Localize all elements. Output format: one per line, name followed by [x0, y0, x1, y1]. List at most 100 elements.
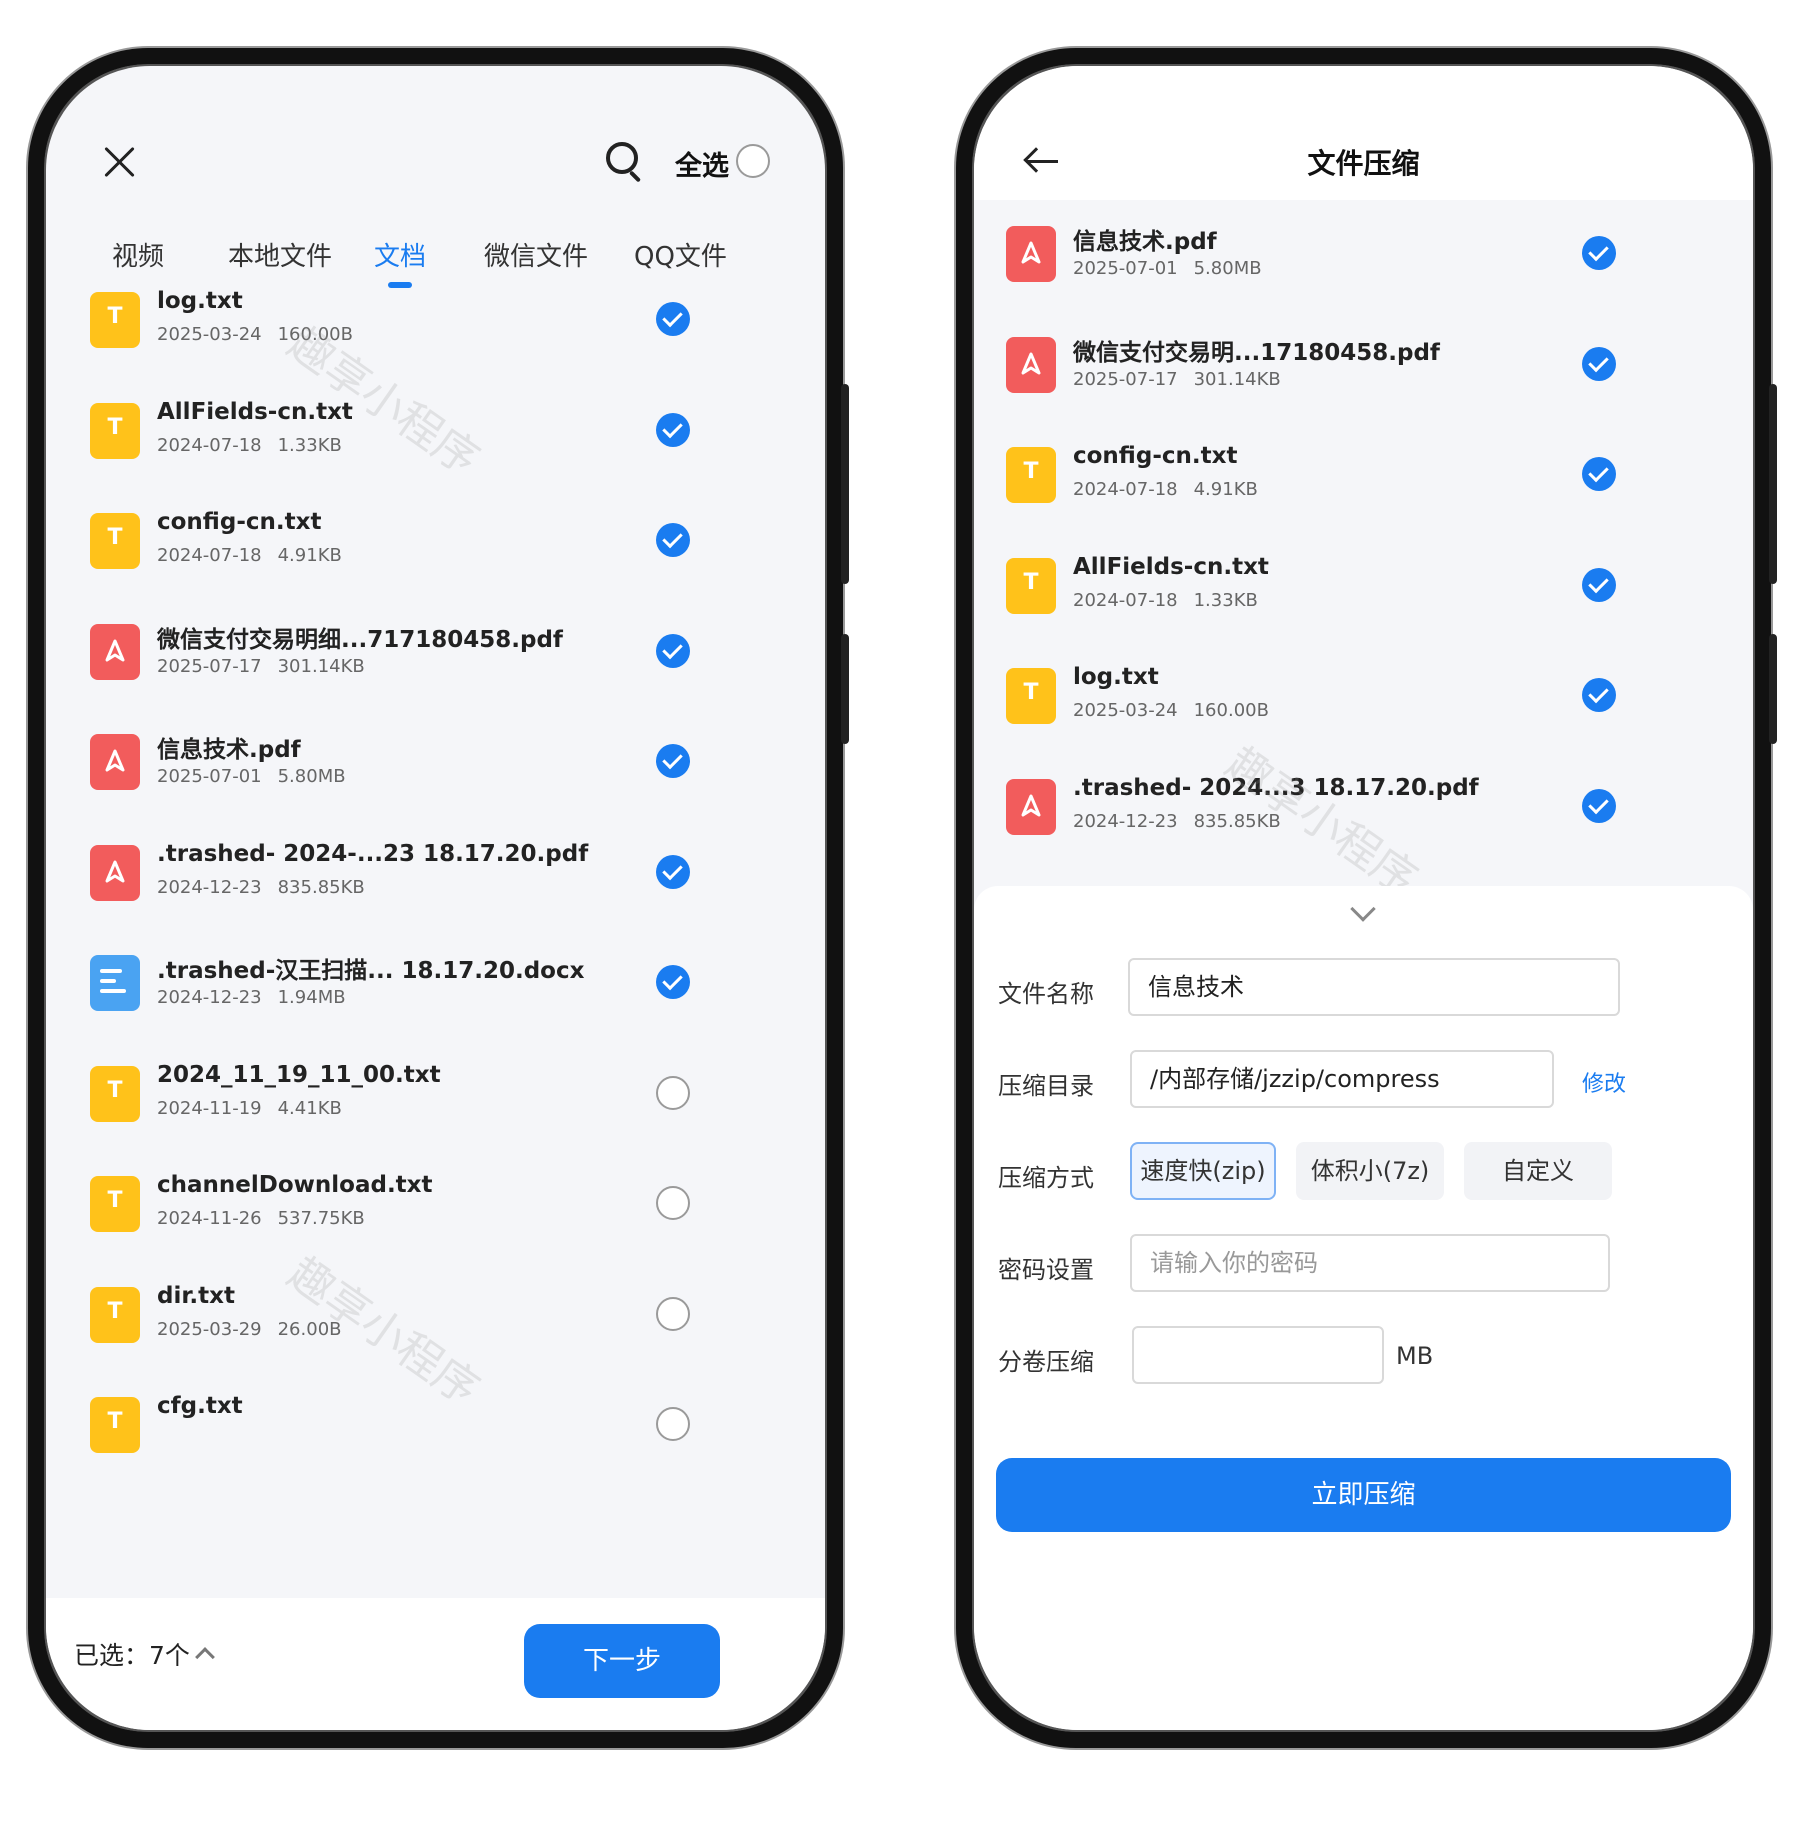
file-name: config-cn.txt	[1073, 443, 1238, 469]
file-meta: 2025-07-01 5.80MB	[1073, 258, 1262, 279]
file-name: 2024_11_19_11_00.txt	[157, 1061, 441, 1088]
file-list-item[interactable]: T 2024_11_19_11_00.txt 2024-11-19 4.41KB	[46, 1054, 825, 1182]
phone-left: 全选 视频 本地文件 文档 微信文件 QQ文件 Tlog.txt 2025-03-…	[28, 48, 849, 1748]
split-size-input[interactable]	[1132, 1326, 1384, 1384]
file-list-item[interactable]: Tcfg.txt	[46, 1385, 825, 1513]
pdf-file-icon	[1006, 778, 1056, 835]
checked-icon[interactable]	[656, 744, 690, 778]
checked-icon[interactable]	[1582, 567, 1616, 602]
file-name: 信息技术.pdf	[157, 737, 301, 763]
txt-file-icon: T	[90, 292, 140, 348]
txt-file-icon: T	[1006, 557, 1056, 614]
chevron-up-icon[interactable]	[195, 1647, 215, 1667]
next-step-button[interactable]: 下一步	[524, 1624, 720, 1698]
file-size: 301.14KB	[277, 655, 365, 677]
checked-icon[interactable]	[1582, 346, 1616, 381]
file-size: 1.33KB	[277, 434, 342, 456]
file-name: dir.txt	[157, 1282, 235, 1309]
pdf-file-icon	[90, 734, 140, 790]
file-size: 4.91KB	[1193, 479, 1258, 500]
file-date: 2024-07-18	[157, 545, 262, 566]
txt-file-icon: T	[90, 513, 140, 569]
txt-file-icon: T	[90, 402, 140, 459]
file-name: .trashed- 2024...3 18.17.20.pdf	[1073, 774, 1479, 801]
unchecked-radio[interactable]	[656, 1407, 690, 1441]
file-date: 2025-03-29	[157, 1318, 262, 1340]
txt-file-icon: T	[1006, 668, 1056, 724]
file-date: 2025-03-24	[1073, 700, 1178, 721]
mode-custom-button[interactable]: 自定义	[1464, 1142, 1612, 1200]
mode-zip-button[interactable]: 速度快(zip)	[1130, 1142, 1276, 1200]
password-input[interactable]: 请输入你的密码	[1130, 1234, 1610, 1292]
unchecked-radio[interactable]	[656, 1186, 690, 1220]
side-button	[1769, 384, 1777, 584]
checked-icon[interactable]	[1582, 678, 1616, 712]
chevron-down-icon[interactable]	[1350, 896, 1376, 922]
file-list-item[interactable]: .trashed- 2024...3 18.17.20.pdf 2024-12-2…	[974, 767, 1753, 895]
password-label: 密码设置	[998, 1256, 1094, 1284]
directory-input[interactable]: /内部存储/jzzip/compress	[1130, 1050, 1554, 1108]
checked-icon[interactable]	[1582, 788, 1616, 823]
file-name: .trashed- 2024-...23 18.17.20.pdf	[157, 840, 589, 867]
file-list-item[interactable]: 信息技术.pdf 2025-07-01 5.80MB	[46, 722, 825, 850]
selected-file-list: 信息技术.pdf 2025-07-01 5.80MB 微信支付交易明...171804…	[974, 200, 1753, 890]
side-button	[1769, 634, 1777, 744]
file-size: 26.00B	[277, 1318, 342, 1340]
file-date: 2025-07-17	[1073, 368, 1178, 390]
modify-link[interactable]: 修改	[1582, 1066, 1626, 1098]
file-size: 160.00B	[1193, 700, 1269, 721]
compress-now-button[interactable]: 立即压缩	[996, 1458, 1731, 1532]
mode-label: 压缩方式	[998, 1164, 1094, 1192]
file-list-item[interactable]: Tdir.txt 2025-03-29 26.00B	[46, 1275, 825, 1403]
txt-file-icon: T	[1006, 447, 1056, 503]
file-meta: 2025-07-17 301.14KB	[157, 656, 365, 677]
file-list-item[interactable]: .trashed-汉王扫描... 18.17.20.docx 2024-12-23…	[46, 943, 825, 1071]
file-name: config-cn.txt	[157, 509, 322, 535]
file-list-item[interactable]: Tlog.txt 2025-03-24 160.00B	[46, 280, 825, 408]
file-list-item[interactable]: 信息技术.pdf 2025-07-01 5.80MB	[974, 214, 1753, 342]
file-list-item[interactable]: T AllFields-cn.txt 2024-07-18 1.33KB	[46, 391, 825, 519]
checked-icon[interactable]	[656, 302, 690, 336]
checked-icon[interactable]	[656, 965, 690, 999]
file-name: AllFields-cn.txt	[157, 398, 353, 425]
filename-input[interactable]: 信息技术	[1128, 958, 1620, 1016]
file-meta: 2025-07-01 5.80MB	[157, 766, 346, 787]
file-name: log.txt	[1073, 664, 1159, 690]
side-button	[841, 634, 849, 744]
checked-icon[interactable]	[656, 633, 690, 668]
file-list-item[interactable]: .trashed- 2024-...23 18.17.20.pdf 2024-12…	[46, 833, 825, 961]
file-meta: 2025-03-29 26.00B	[157, 1319, 342, 1340]
file-name: 信息技术.pdf	[1073, 229, 1217, 255]
file-size: 160.00B	[277, 324, 353, 345]
checked-icon[interactable]	[1582, 457, 1616, 491]
file-list-item[interactable]: TchannelDownload.txt 2024-11-26 537.75KB	[46, 1164, 825, 1292]
checked-icon[interactable]	[1582, 236, 1616, 270]
checked-icon[interactable]	[656, 854, 690, 889]
header: 文件压缩	[974, 66, 1753, 200]
file-meta: 2024-12-23 1.94MB	[157, 987, 346, 1008]
phone-right: 文件压缩 信息技术.pdf 2025-07-01 5.80MB 微信支付交易明...1…	[956, 48, 1777, 1748]
unchecked-radio[interactable]	[656, 1075, 690, 1110]
file-list-item[interactable]: 微信支付交易明细...717180458.pdf 2025-07-17 301.14…	[46, 612, 825, 740]
file-name: AllFields-cn.txt	[1073, 553, 1269, 580]
file-size: 4.41KB	[277, 1097, 342, 1119]
file-list-item[interactable]: 微信支付交易明...17180458.pdf 2025-07-17 301.14KB	[974, 325, 1753, 453]
file-list-item[interactable]: T AllFields-cn.txt 2024-07-18 1.33KB	[974, 546, 1753, 674]
mode-7z-button[interactable]: 体积小(7z)	[1296, 1142, 1444, 1200]
file-list-item[interactable]: Tconfig-cn.txt 2024-07-18 4.91KB	[974, 435, 1753, 563]
selected-count: 已选：7个	[74, 1641, 190, 1670]
txt-file-icon: T	[90, 1065, 140, 1122]
pdf-file-icon	[90, 844, 140, 901]
file-meta: 2024-07-18 4.91KB	[1073, 479, 1258, 500]
filename-label: 文件名称	[998, 980, 1094, 1008]
file-date: 2025-07-01	[157, 766, 262, 787]
compress-screen: 文件压缩 信息技术.pdf 2025-07-01 5.80MB 微信支付交易明...1…	[974, 66, 1753, 1730]
checked-icon[interactable]	[656, 523, 690, 557]
file-date: 2024-07-18	[1073, 589, 1178, 611]
checked-icon[interactable]	[656, 412, 690, 447]
file-list-item[interactable]: Tlog.txt 2025-03-24 160.00B	[974, 656, 1753, 784]
file-name: cfg.txt	[157, 1393, 243, 1419]
file-list-item[interactable]: Tconfig-cn.txt 2024-07-18 4.91KB	[46, 501, 825, 629]
unchecked-radio[interactable]	[656, 1296, 690, 1331]
file-date: 2024-11-19	[157, 1097, 262, 1119]
